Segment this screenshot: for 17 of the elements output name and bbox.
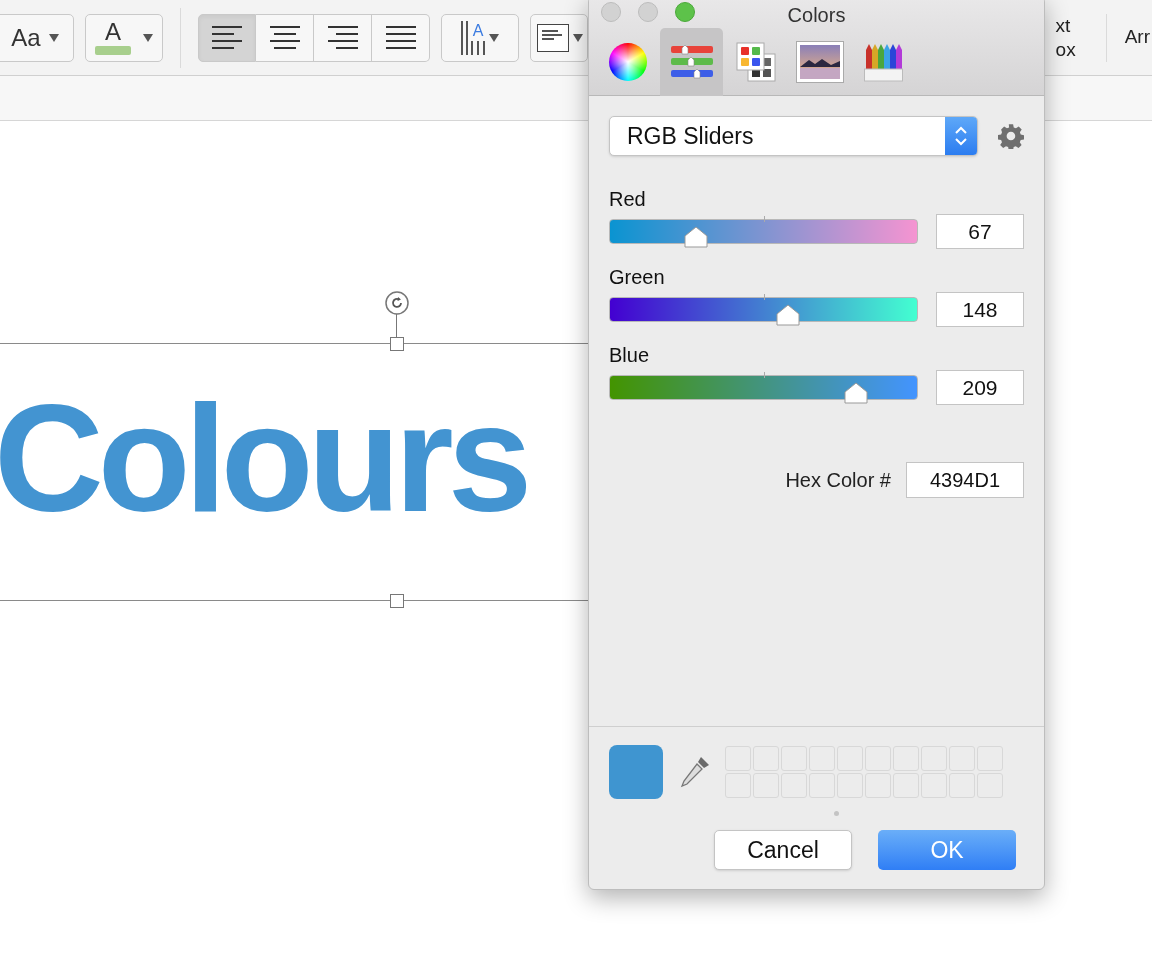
slider-value-field[interactable]: 67 bbox=[936, 214, 1024, 249]
slider-value-field[interactable]: 209 bbox=[936, 370, 1024, 405]
hex-color-label: Hex Color # bbox=[785, 468, 891, 493]
slider-label: Blue bbox=[609, 343, 651, 368]
font-color-button[interactable]: A bbox=[85, 13, 163, 62]
hex-color-field[interactable]: 4394D1 bbox=[906, 462, 1024, 498]
text-box-label[interactable]: xt ox bbox=[1055, 13, 1107, 62]
mode-dropdown[interactable]: RGB Sliders bbox=[609, 116, 979, 156]
window-title: Colors bbox=[787, 2, 846, 28]
slider-label: Green bbox=[609, 265, 666, 290]
cancel-button[interactable]: Cancel bbox=[714, 830, 852, 870]
change-case-icon: Aa bbox=[11, 25, 41, 50]
slider-value-field[interactable]: 148 bbox=[936, 292, 1024, 327]
slider-label: Red bbox=[609, 187, 647, 212]
line-spacing-button[interactable]: A bbox=[441, 13, 519, 62]
arrange-label[interactable]: Arr bbox=[1106, 23, 1152, 52]
change-case-button[interactable]: Aa bbox=[0, 13, 74, 62]
